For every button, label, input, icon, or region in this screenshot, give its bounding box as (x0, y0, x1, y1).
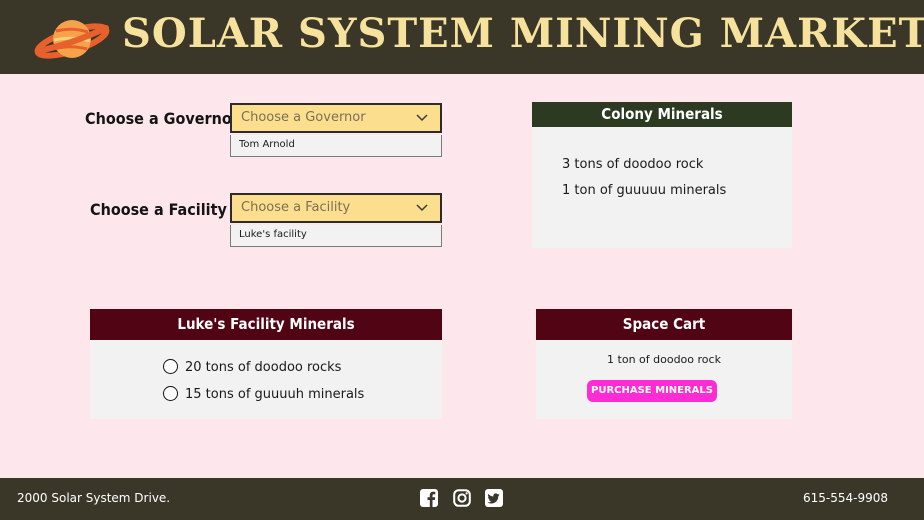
mineral-radio-option[interactable]: 20 tons of doodoo rocks (163, 359, 341, 377)
mineral-option-label: 20 tons of doodoo rocks (185, 360, 342, 375)
chevron-down-icon (416, 114, 428, 122)
governor-select-placeholder: Choose a Governor (241, 110, 366, 125)
footer-phone: 615-554-9908 (802, 491, 888, 505)
list-item: 3 tons of doodoo rock (562, 157, 704, 172)
governor-option[interactable]: Tom Arnold (230, 135, 442, 157)
mineral-radio-option[interactable]: 15 tons of guuuuh minerals (163, 386, 364, 404)
facility-option[interactable]: Luke's facility (230, 225, 442, 247)
facility-minerals-title: Luke's Facility Minerals (90, 309, 442, 340)
colony-minerals-panel: Colony Minerals 3 tons of doodoo rock 1 … (532, 102, 792, 248)
space-cart-title: Space Cart (536, 309, 792, 340)
ringed-planet-icon (34, 20, 110, 59)
governor-select[interactable]: Choose a Governor (230, 103, 442, 133)
twitter-icon[interactable] (485, 489, 503, 507)
facility-label: Choose a Facility (90, 200, 227, 219)
site-footer: 2000 Solar System Drive. 615-554-9908 (0, 478, 924, 520)
governor-label: Choose a Governor (85, 109, 239, 128)
cart-item: 1 ton of doodoo rock (607, 353, 721, 366)
page-title: SOLAR SYSTEM MINING MARKET (122, 10, 924, 57)
space-cart-panel: Space Cart 1 ton of doodoo rock PURCHASE… (536, 309, 792, 419)
chevron-down-icon (416, 204, 428, 212)
mineral-option-label: 15 tons of guuuuh minerals (185, 387, 365, 402)
site-header: SOLAR SYSTEM MINING MARKET (0, 0, 924, 74)
instagram-icon[interactable] (453, 489, 471, 507)
radio-button[interactable] (163, 386, 178, 401)
footer-address: 2000 Solar System Drive. (17, 491, 171, 505)
list-item: 1 ton of guuuuu minerals (562, 183, 727, 198)
facility-select[interactable]: Choose a Facility (230, 193, 442, 223)
radio-button[interactable] (163, 359, 178, 374)
colony-minerals-list: 3 tons of doodoo rock 1 ton of guuuuu mi… (562, 157, 726, 209)
facebook-icon[interactable] (420, 489, 438, 507)
colony-minerals-title: Colony Minerals (532, 102, 792, 127)
purchase-minerals-button[interactable]: PURCHASE MINERALS (587, 380, 717, 402)
facility-select-placeholder: Choose a Facility (241, 200, 351, 215)
facility-minerals-panel: Luke's Facility Minerals 20 tons of dood… (90, 309, 442, 419)
